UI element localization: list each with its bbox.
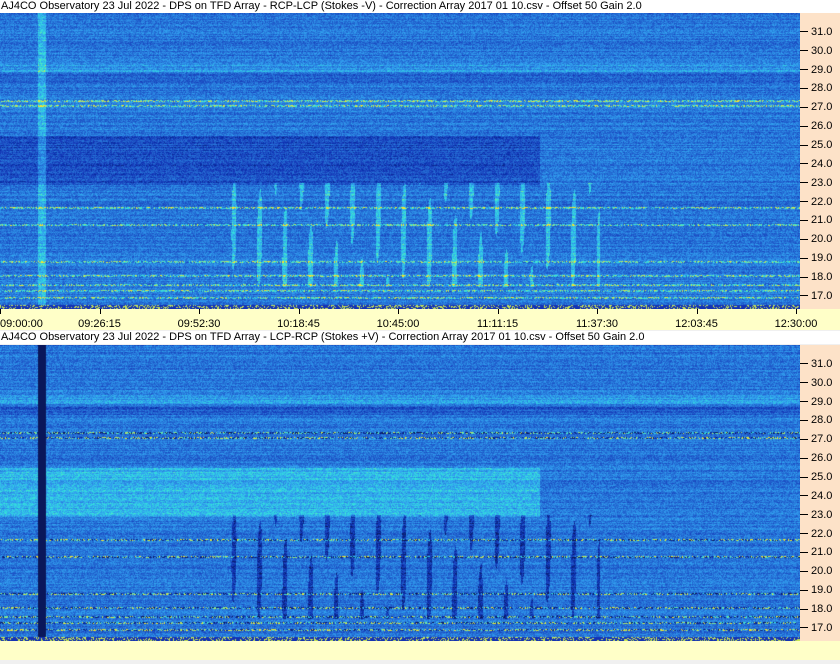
- y-tick-label: 23.0: [800, 509, 832, 521]
- y-tick-label: 20.0: [800, 233, 832, 245]
- y-tick-label: 21.0: [800, 214, 832, 226]
- y-tick-label: 19.0: [800, 584, 832, 596]
- y-tick-label: 31.0: [800, 358, 832, 370]
- top-frequency-axis: 31.0 30.0 29.0 28.0 27.0 26.0 25.0 24.0 23.0 22.0…: [800, 13, 840, 309]
- y-tick-label: 28.0: [800, 414, 832, 426]
- y-tick-label: 26.0: [800, 452, 832, 464]
- y-tick-label: 20.0: [800, 565, 832, 577]
- y-tick-label: 29.0: [800, 64, 832, 76]
- y-tick-label: 18.0: [800, 271, 832, 283]
- y-tick-label: 23.0: [800, 177, 832, 189]
- y-tick-label: 17.0: [800, 622, 832, 634]
- top-panel-title: AJ4CO Observatory 23 Jul 2022 - DPS on T…: [0, 0, 840, 13]
- bottom-axis-band: [0, 641, 840, 660]
- y-tick-label: 31.0: [800, 26, 832, 38]
- y-tick-label: 24.0: [800, 490, 832, 502]
- time-axis: 09:00:00 09:26:15 09:52:30 10:18:45 10:45:00…: [0, 309, 840, 330]
- y-tick-label: 24.0: [800, 158, 832, 170]
- y-tick-label: 30.0: [800, 377, 832, 389]
- y-tick-label: 25.0: [800, 139, 832, 151]
- y-tick-label: 29.0: [800, 396, 832, 408]
- y-tick-label: 19.0: [800, 252, 832, 264]
- y-tick-label: 17.0: [800, 290, 832, 302]
- y-tick-label: 25.0: [800, 471, 832, 483]
- y-tick-label: 28.0: [800, 82, 832, 94]
- bottom-panel-title: AJ4CO Observatory 23 Jul 2022 - DPS on T…: [0, 331, 840, 344]
- y-tick-label: 26.0: [800, 120, 832, 132]
- y-tick-label: 27.0: [800, 101, 832, 113]
- y-tick-label: 30.0: [800, 45, 832, 57]
- bottom-spectrogram: [0, 345, 800, 641]
- y-tick-label: 18.0: [800, 603, 832, 615]
- bottom-frequency-axis: 31.0 30.0 29.0 28.0 27.0 26.0 25.0 24.0 23.0 22.0…: [800, 345, 840, 641]
- y-tick-label: 21.0: [800, 546, 832, 558]
- y-tick-label: 22.0: [800, 196, 832, 208]
- top-spectrogram: [0, 13, 800, 309]
- y-tick-label: 22.0: [800, 528, 832, 540]
- y-tick-label: 27.0: [800, 433, 832, 445]
